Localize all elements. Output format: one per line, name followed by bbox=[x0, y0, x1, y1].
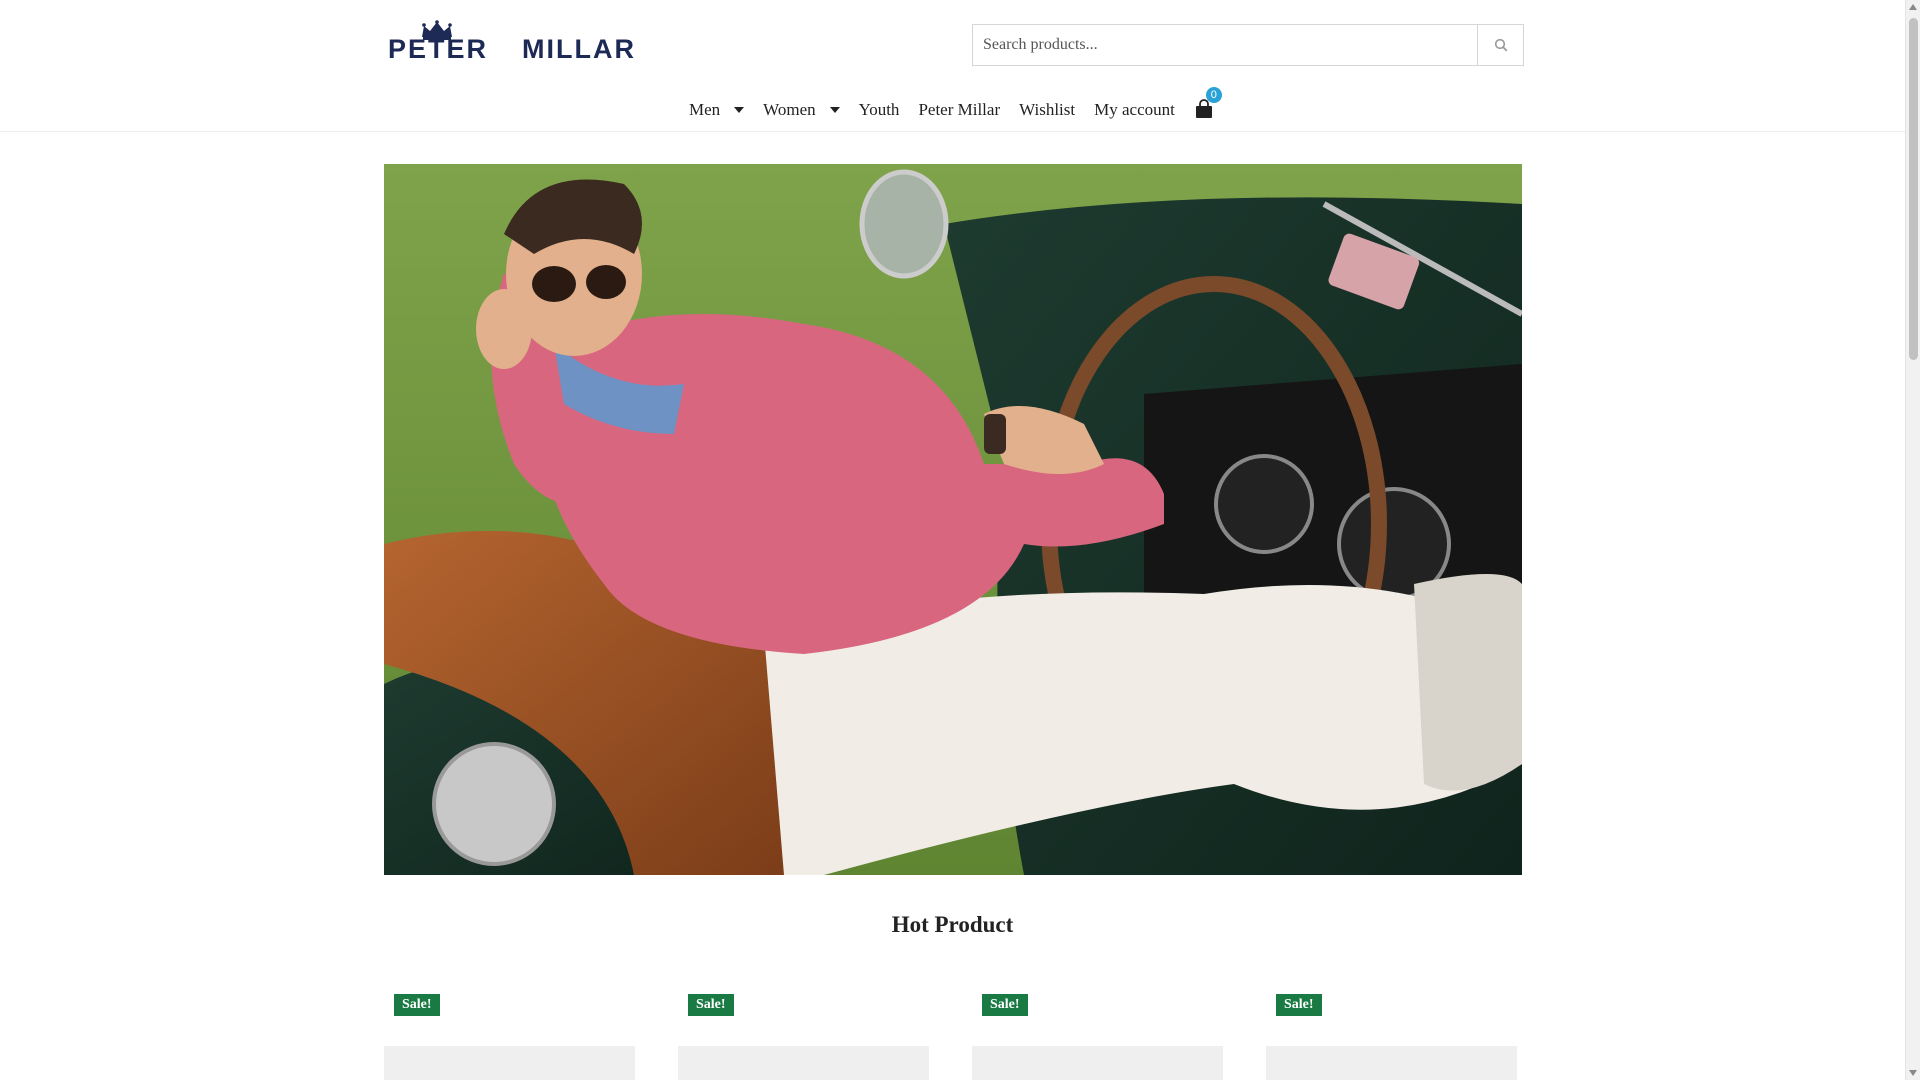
section-title: Hot Product bbox=[891, 912, 1014, 937]
cart-count-badge: 0 bbox=[1205, 87, 1222, 103]
nav-item-label: Peter Millar bbox=[918, 100, 1001, 119]
site-header: PETER MILLAR Men Women bbox=[0, 0, 1905, 132]
product-image[interactable] bbox=[384, 1046, 635, 1080]
nav-item-label: Men bbox=[689, 100, 721, 119]
product-card[interactable]: Sale! bbox=[384, 990, 635, 1080]
brand-name-right: MILLAR bbox=[522, 34, 637, 64]
hero-illustration bbox=[384, 164, 1522, 875]
product-image[interactable] bbox=[678, 1046, 929, 1080]
product-image[interactable] bbox=[972, 1046, 1223, 1080]
nav-item-my-account[interactable]: My account bbox=[1094, 100, 1175, 120]
nav-item-men[interactable]: Men bbox=[689, 100, 745, 120]
scroll-down-icon[interactable] bbox=[1909, 1070, 1917, 1076]
cart-button[interactable]: 0 bbox=[1194, 87, 1222, 121]
hero-banner-image[interactable] bbox=[384, 164, 1522, 875]
sale-badge: Sale! bbox=[394, 994, 440, 1016]
chevron-down-icon[interactable] bbox=[734, 107, 745, 113]
chevron-down-icon[interactable] bbox=[829, 107, 840, 113]
brand-wordmark: PETER MILLAR bbox=[388, 34, 636, 65]
scroll-up-icon[interactable] bbox=[1909, 4, 1917, 10]
scrollbar-thumb[interactable] bbox=[1909, 18, 1918, 360]
nav-item-women[interactable]: Women bbox=[763, 100, 840, 120]
product-card[interactable]: Sale! bbox=[1266, 990, 1517, 1080]
search-button[interactable] bbox=[1477, 25, 1523, 65]
product-card[interactable]: Sale! bbox=[972, 990, 1223, 1080]
nav-item-youth[interactable]: Youth bbox=[859, 100, 900, 120]
brand-name-left: PETER bbox=[388, 34, 489, 64]
nav-item-label: Women bbox=[763, 100, 816, 119]
nav-item-wishlist[interactable]: Wishlist bbox=[1019, 100, 1075, 120]
sale-badge: Sale! bbox=[1276, 994, 1322, 1016]
nav-item-label: My account bbox=[1094, 100, 1175, 119]
nav-item-label: Wishlist bbox=[1019, 100, 1076, 119]
product-card[interactable]: Sale! bbox=[678, 990, 929, 1080]
site-logo[interactable]: PETER MILLAR bbox=[384, 18, 634, 64]
page: PETER MILLAR Men Women bbox=[0, 0, 1905, 1080]
page-scrollbar[interactable] bbox=[1905, 0, 1920, 1080]
product-search bbox=[972, 24, 1524, 66]
search-icon bbox=[1494, 38, 1507, 52]
nav-item-peter-millar[interactable]: Peter Millar bbox=[918, 100, 1000, 120]
search-input[interactable] bbox=[973, 25, 1477, 65]
nav-item-label: Youth bbox=[858, 100, 900, 119]
main-nav: Men Women Youth Peter Millar Wishlist My… bbox=[0, 87, 1905, 128]
sale-badge: Sale! bbox=[688, 994, 734, 1016]
sale-badge: Sale! bbox=[982, 994, 1028, 1016]
product-image[interactable] bbox=[1266, 1046, 1517, 1080]
